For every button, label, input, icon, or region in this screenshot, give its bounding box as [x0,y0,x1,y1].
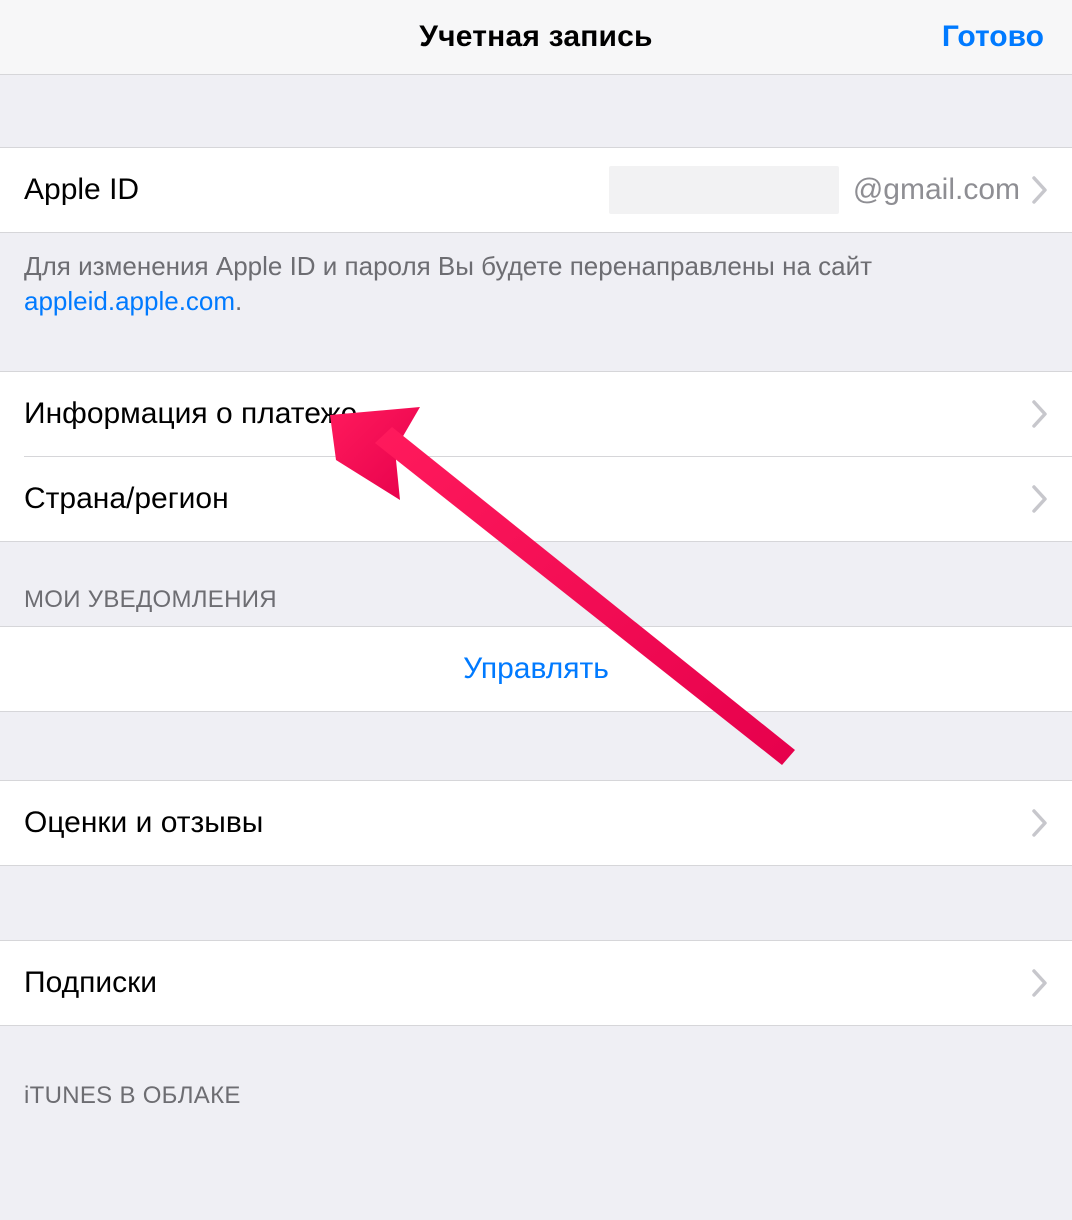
ratings-reviews-label: Оценки и отзывы [24,806,263,840]
manage-label: Управлять [463,652,609,686]
section-header-notifications: МОИ УВЕДОМЛЕНИЯ [0,542,1072,626]
settings-content: Apple ID @gmail.com Для изменения Apple … [0,75,1072,1130]
payment-region-group: Информация о платеже Страна/регион [0,371,1072,542]
apple-id-note-period: . [235,286,242,316]
apple-id-redacted [609,166,839,214]
payment-info-row[interactable]: Информация о платеже [0,372,1072,456]
apple-id-label: Apple ID [24,173,139,207]
ratings-group: Оценки и отзывы [0,780,1072,866]
country-region-label: Страна/регион [24,482,229,516]
apple-id-value: @gmail.com [853,173,1020,207]
apple-id-group: Apple ID @gmail.com [0,147,1072,233]
page-title: Учетная запись [419,20,652,54]
payment-info-label: Информация о платеже [24,397,357,431]
chevron-right-icon [1032,176,1048,204]
country-region-row[interactable]: Страна/регион [0,457,1072,541]
chevron-right-icon [1032,809,1048,837]
subscriptions-row[interactable]: Подписки [0,941,1072,1025]
chevron-right-icon [1032,485,1048,513]
done-button[interactable]: Готово [942,20,1044,54]
manage-row[interactable]: Управлять [0,627,1072,711]
subscriptions-group: Подписки [0,940,1072,1026]
navigation-bar: Учетная запись Готово [0,0,1072,75]
chevron-right-icon [1032,969,1048,997]
apple-id-note-text: Для изменения Apple ID и пароля Вы будет… [24,251,872,281]
manage-group: Управлять [0,626,1072,712]
subscriptions-label: Подписки [24,966,157,1000]
apple-id-row[interactable]: Apple ID @gmail.com [0,148,1072,232]
apple-id-footer-note: Для изменения Apple ID и пароля Вы будет… [0,233,1072,329]
chevron-right-icon [1032,400,1048,428]
apple-id-link[interactable]: appleid.apple.com [24,286,235,316]
ratings-reviews-row[interactable]: Оценки и отзывы [0,781,1072,865]
section-header-itunes-cloud: iTUNES В ОБЛАКЕ [0,1026,1072,1130]
